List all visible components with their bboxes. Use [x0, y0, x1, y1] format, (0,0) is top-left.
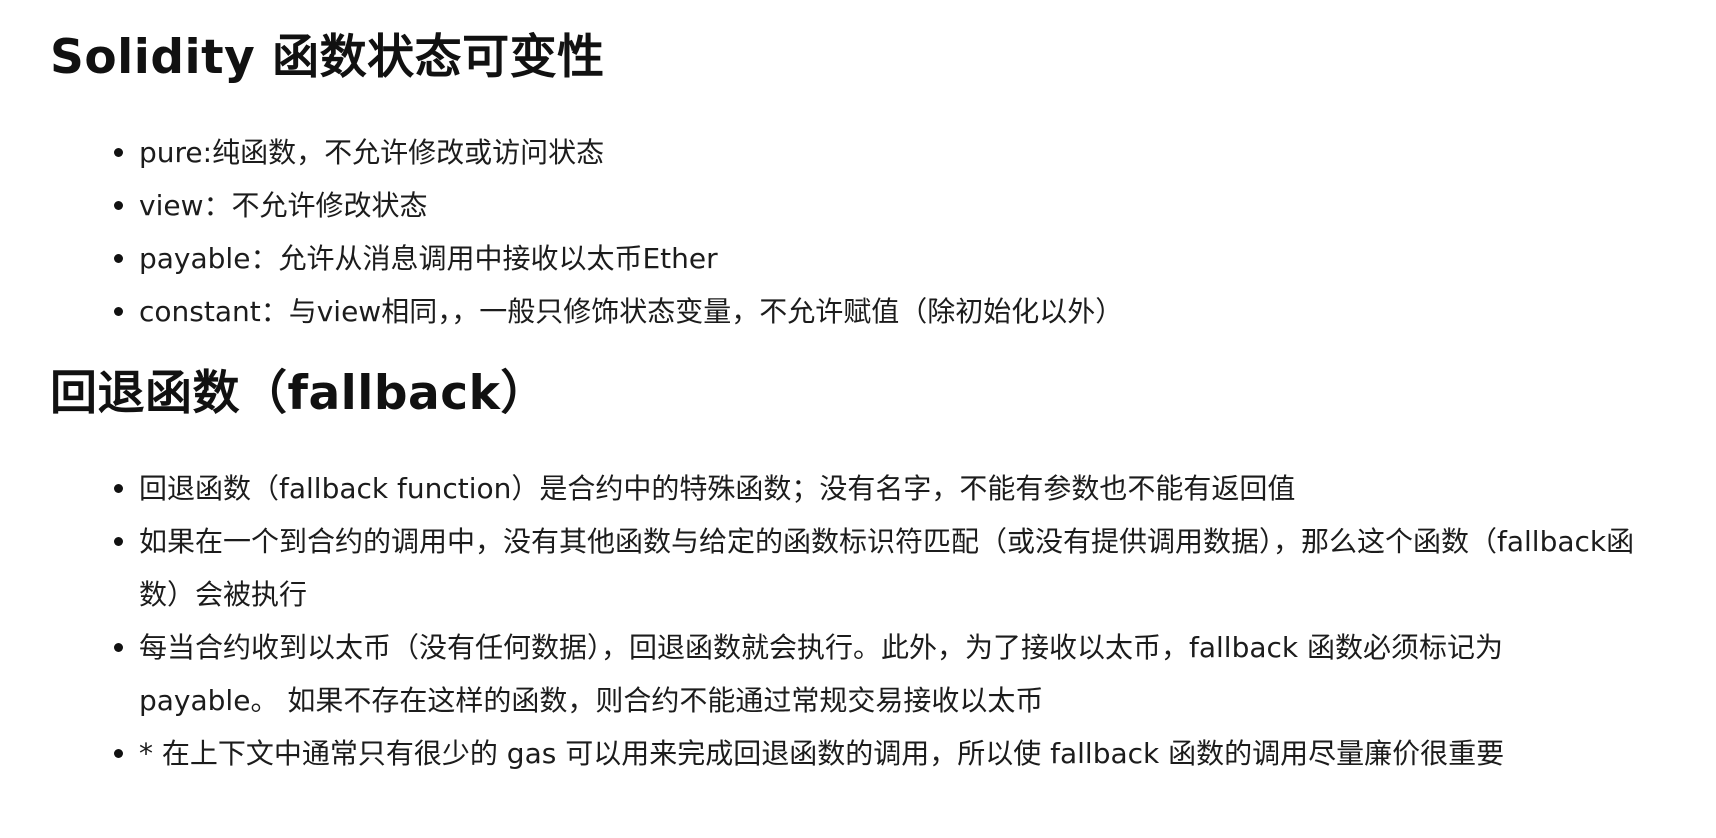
list-item: constant：与view相同，，一般只修饰状态变量，不允许赋值（除初始化以外… [114, 285, 1676, 338]
section-heading: Solidity 函数状态可变性 [50, 30, 605, 85]
section-state-mutability: Solidity 函数状态可变性 pure:纯函数，不允许修改或访问状态 vie… [50, 26, 1676, 338]
bullet-list: pure:纯函数，不允许修改或访问状态 view：不允许修改状态 payable… [50, 126, 1676, 338]
list-item: view：不允许修改状态 [114, 179, 1676, 232]
list-item: 如果在一个到合约的调用中，没有其他函数与给定的函数标识符匹配（或没有提供调用数据… [114, 515, 1676, 621]
section-heading: 回退函数（fallback） [50, 366, 548, 421]
list-item: 每当合约收到以太币（没有任何数据），回退函数就会执行。此外，为了接收以太币，fa… [114, 621, 1676, 727]
section-fallback: 回退函数（fallback） 回退函数（fallback function）是合… [50, 362, 1676, 780]
list-item: payable：允许从消息调用中接收以太币Ether [114, 232, 1676, 285]
bullet-list: 回退函数（fallback function）是合约中的特殊函数；没有名字，不能… [50, 462, 1676, 780]
list-item: pure:纯函数，不允许修改或访问状态 [114, 126, 1676, 179]
document-page: Solidity 函数状态可变性 pure:纯函数，不允许修改或访问状态 vie… [0, 0, 1716, 838]
list-item: * 在上下文中通常只有很少的 gas 可以用来完成回退函数的调用，所以使 fal… [114, 727, 1676, 780]
list-item: 回退函数（fallback function）是合约中的特殊函数；没有名字，不能… [114, 462, 1676, 515]
